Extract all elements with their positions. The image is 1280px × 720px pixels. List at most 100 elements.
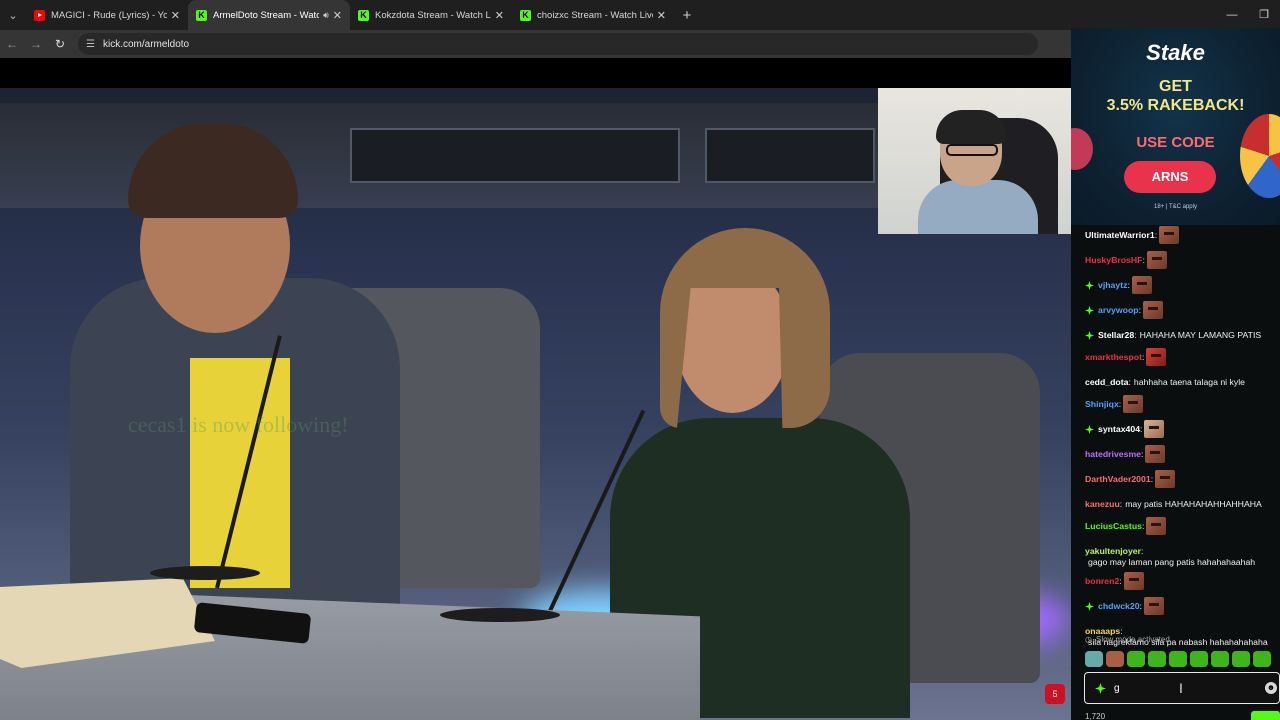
chat-username[interactable]: bonren2 <box>1085 576 1119 587</box>
slow-mode-notice: ◷ Slow mode activated <box>1085 635 1170 644</box>
tab-title: Kokzdota Stream - Watch Live on Kick <box>375 9 491 21</box>
roulette-wheel-graphic <box>1240 114 1280 198</box>
chat-username[interactable]: Stellar28 <box>1098 330 1134 341</box>
streamer-hair <box>936 110 1006 144</box>
emote-quick-bar <box>1085 651 1271 667</box>
chat-username[interactable]: vjhaytz <box>1098 280 1127 291</box>
promo-banner[interactable]: Stake GET 3.5% RAKEBACK! USE CODE ARNS 1… <box>1071 28 1280 225</box>
browser-tab-1[interactable]: K ArmelDoto Stream - Watch Live on Kick … <box>188 0 350 30</box>
emote-button[interactable] <box>1106 651 1124 667</box>
emote-button[interactable] <box>1232 651 1250 667</box>
chat-colon: : <box>1141 546 1144 556</box>
close-tab-icon[interactable]: ✕ <box>171 9 180 22</box>
chat-emote <box>1146 517 1167 535</box>
browser-tab-0[interactable]: MAGICI - Rude (Lyrics) - YouTube ✕ <box>26 0 188 30</box>
microphone-base <box>440 608 560 622</box>
chat-colon: : <box>1140 424 1143 434</box>
close-tab-icon[interactable]: ✕ <box>333 9 342 22</box>
chat-colon: : <box>1141 449 1144 459</box>
new-tab-icon[interactable]: + <box>674 7 700 24</box>
chat-username[interactable]: HuskyBrosHF <box>1085 255 1142 266</box>
promo-fine-print: 18+ | T&C apply <box>1154 204 1197 210</box>
window-controls: — ❐ <box>1216 0 1280 30</box>
chat-input[interactable]: g I ☻ <box>1084 672 1280 704</box>
subscriber-badge-icon <box>1085 331 1094 340</box>
chat-message: Stellar28: HAHAHA MAY LAMANG PATIS <box>1085 330 1275 341</box>
chat-emote <box>1142 301 1163 319</box>
chat-username[interactable]: Shinjiqx <box>1085 399 1119 410</box>
chat-username[interactable]: yakultenjoyer <box>1085 546 1141 557</box>
chat-message: cedd_dota: hahhaha taena talaga ni kyle <box>1085 377 1275 388</box>
emote-button[interactable] <box>1127 651 1145 667</box>
promo-brand: Stake <box>1146 40 1205 65</box>
chat-emote <box>1145 445 1166 463</box>
chat-username[interactable]: chdwck20 <box>1098 601 1140 612</box>
browser-tab-3[interactable]: K choizxc Stream - Watch Live on Kick ✕ <box>512 0 674 30</box>
chat-message-text: may patis HAHAHAHAHHAHHAHA <box>1125 499 1262 509</box>
chat-colon: : <box>1154 230 1158 240</box>
kick-icon: K <box>358 9 369 21</box>
chat-username[interactable]: DarthVader2001 <box>1085 474 1151 485</box>
chat-emote <box>1123 395 1144 413</box>
url-field[interactable]: ☰ kick.com/armeldoto <box>78 33 1038 55</box>
site-info-icon[interactable]: ☰ <box>86 39 95 50</box>
streamer-facecam <box>878 88 1071 234</box>
chat-message: LuciusCastus: <box>1085 517 1275 535</box>
chat-emote <box>1159 226 1180 244</box>
chat-colon: : <box>1138 305 1141 315</box>
chat-username[interactable]: xmarkthespot <box>1085 352 1142 363</box>
forward-icon[interactable]: → <box>24 37 48 51</box>
chat-colon: : <box>1118 399 1122 409</box>
emoji-picker-icon[interactable]: ☻ <box>1265 682 1277 694</box>
chat-colon: : <box>1139 601 1142 611</box>
close-tab-icon[interactable]: ✕ <box>495 9 504 22</box>
glasses <box>946 144 998 156</box>
speaker-icon[interactable]: 🔊︎ <box>323 10 329 21</box>
chat-message: HuskyBrosHF: <box>1085 251 1275 269</box>
chat-username[interactable]: UltimateWarrior1 <box>1085 230 1155 241</box>
promo-line-2: 3.5% RAKEBACK! <box>1106 97 1245 114</box>
chat-emote <box>1146 348 1167 366</box>
chat-message: chdwck20: <box>1085 597 1275 615</box>
chat-message: yakultenjoyer: gago may laman pang patis … <box>1085 546 1275 568</box>
kick-header-strip <box>0 58 1071 88</box>
restore-icon[interactable]: ❐ <box>1248 0 1280 30</box>
chat-emote <box>1143 597 1164 615</box>
chat-username[interactable]: hatedrivesme <box>1085 449 1141 460</box>
emote-button[interactable] <box>1085 651 1103 667</box>
subscriber-badge-icon <box>1095 683 1106 694</box>
tab-search-chevron-icon[interactable]: ⌄ <box>0 0 26 30</box>
studio-window <box>705 128 875 183</box>
clock-icon: ◷ <box>1085 635 1092 644</box>
promo-line-1: GET <box>1159 78 1192 95</box>
chat-emote <box>1144 420 1165 438</box>
emote-button[interactable] <box>1190 651 1208 667</box>
chat-message-text: gago may laman pang patis hahahahaahah <box>1088 557 1256 567</box>
chat-colon: : <box>1127 280 1130 290</box>
chat-username[interactable]: arvywoop <box>1098 305 1139 316</box>
chat-username[interactable]: kanezuu <box>1085 499 1120 510</box>
chat-username[interactable]: syntax404 <box>1098 424 1140 435</box>
browser-tab-2[interactable]: K Kokzdota Stream - Watch Live on Kick ✕ <box>350 0 512 30</box>
back-icon[interactable]: ← <box>0 37 24 51</box>
chat-message-list: UltimateWarrior1: HuskyBrosHF: vjhaytz: arv… <box>1085 226 1275 656</box>
tab-title: choizxc Stream - Watch Live on Kick <box>537 9 653 21</box>
emote-button[interactable] <box>1211 651 1229 667</box>
reload-icon[interactable]: ↻ <box>48 37 72 51</box>
chat-username[interactable]: cedd_dota <box>1085 377 1128 388</box>
chat-colon: : <box>1141 352 1145 362</box>
kick-icon: K <box>196 9 207 21</box>
kick-icon: K <box>520 9 531 21</box>
chat-message: syntax404: <box>1085 420 1275 438</box>
chat-colon: : <box>1142 255 1145 265</box>
promo-code-button[interactable]: ARNS <box>1124 161 1216 193</box>
chat-username[interactable]: LuciusCastus <box>1085 521 1142 532</box>
minimize-icon[interactable]: — <box>1216 0 1248 30</box>
emote-button[interactable] <box>1253 651 1271 667</box>
close-tab-icon[interactable]: ✕ <box>657 9 666 22</box>
send-chat-button[interactable] <box>1251 711 1280 720</box>
emote-button[interactable] <box>1148 651 1166 667</box>
chat-message: xmarkthespot: <box>1085 348 1275 366</box>
chat-colon: : <box>1141 521 1145 531</box>
emote-button[interactable] <box>1169 651 1187 667</box>
